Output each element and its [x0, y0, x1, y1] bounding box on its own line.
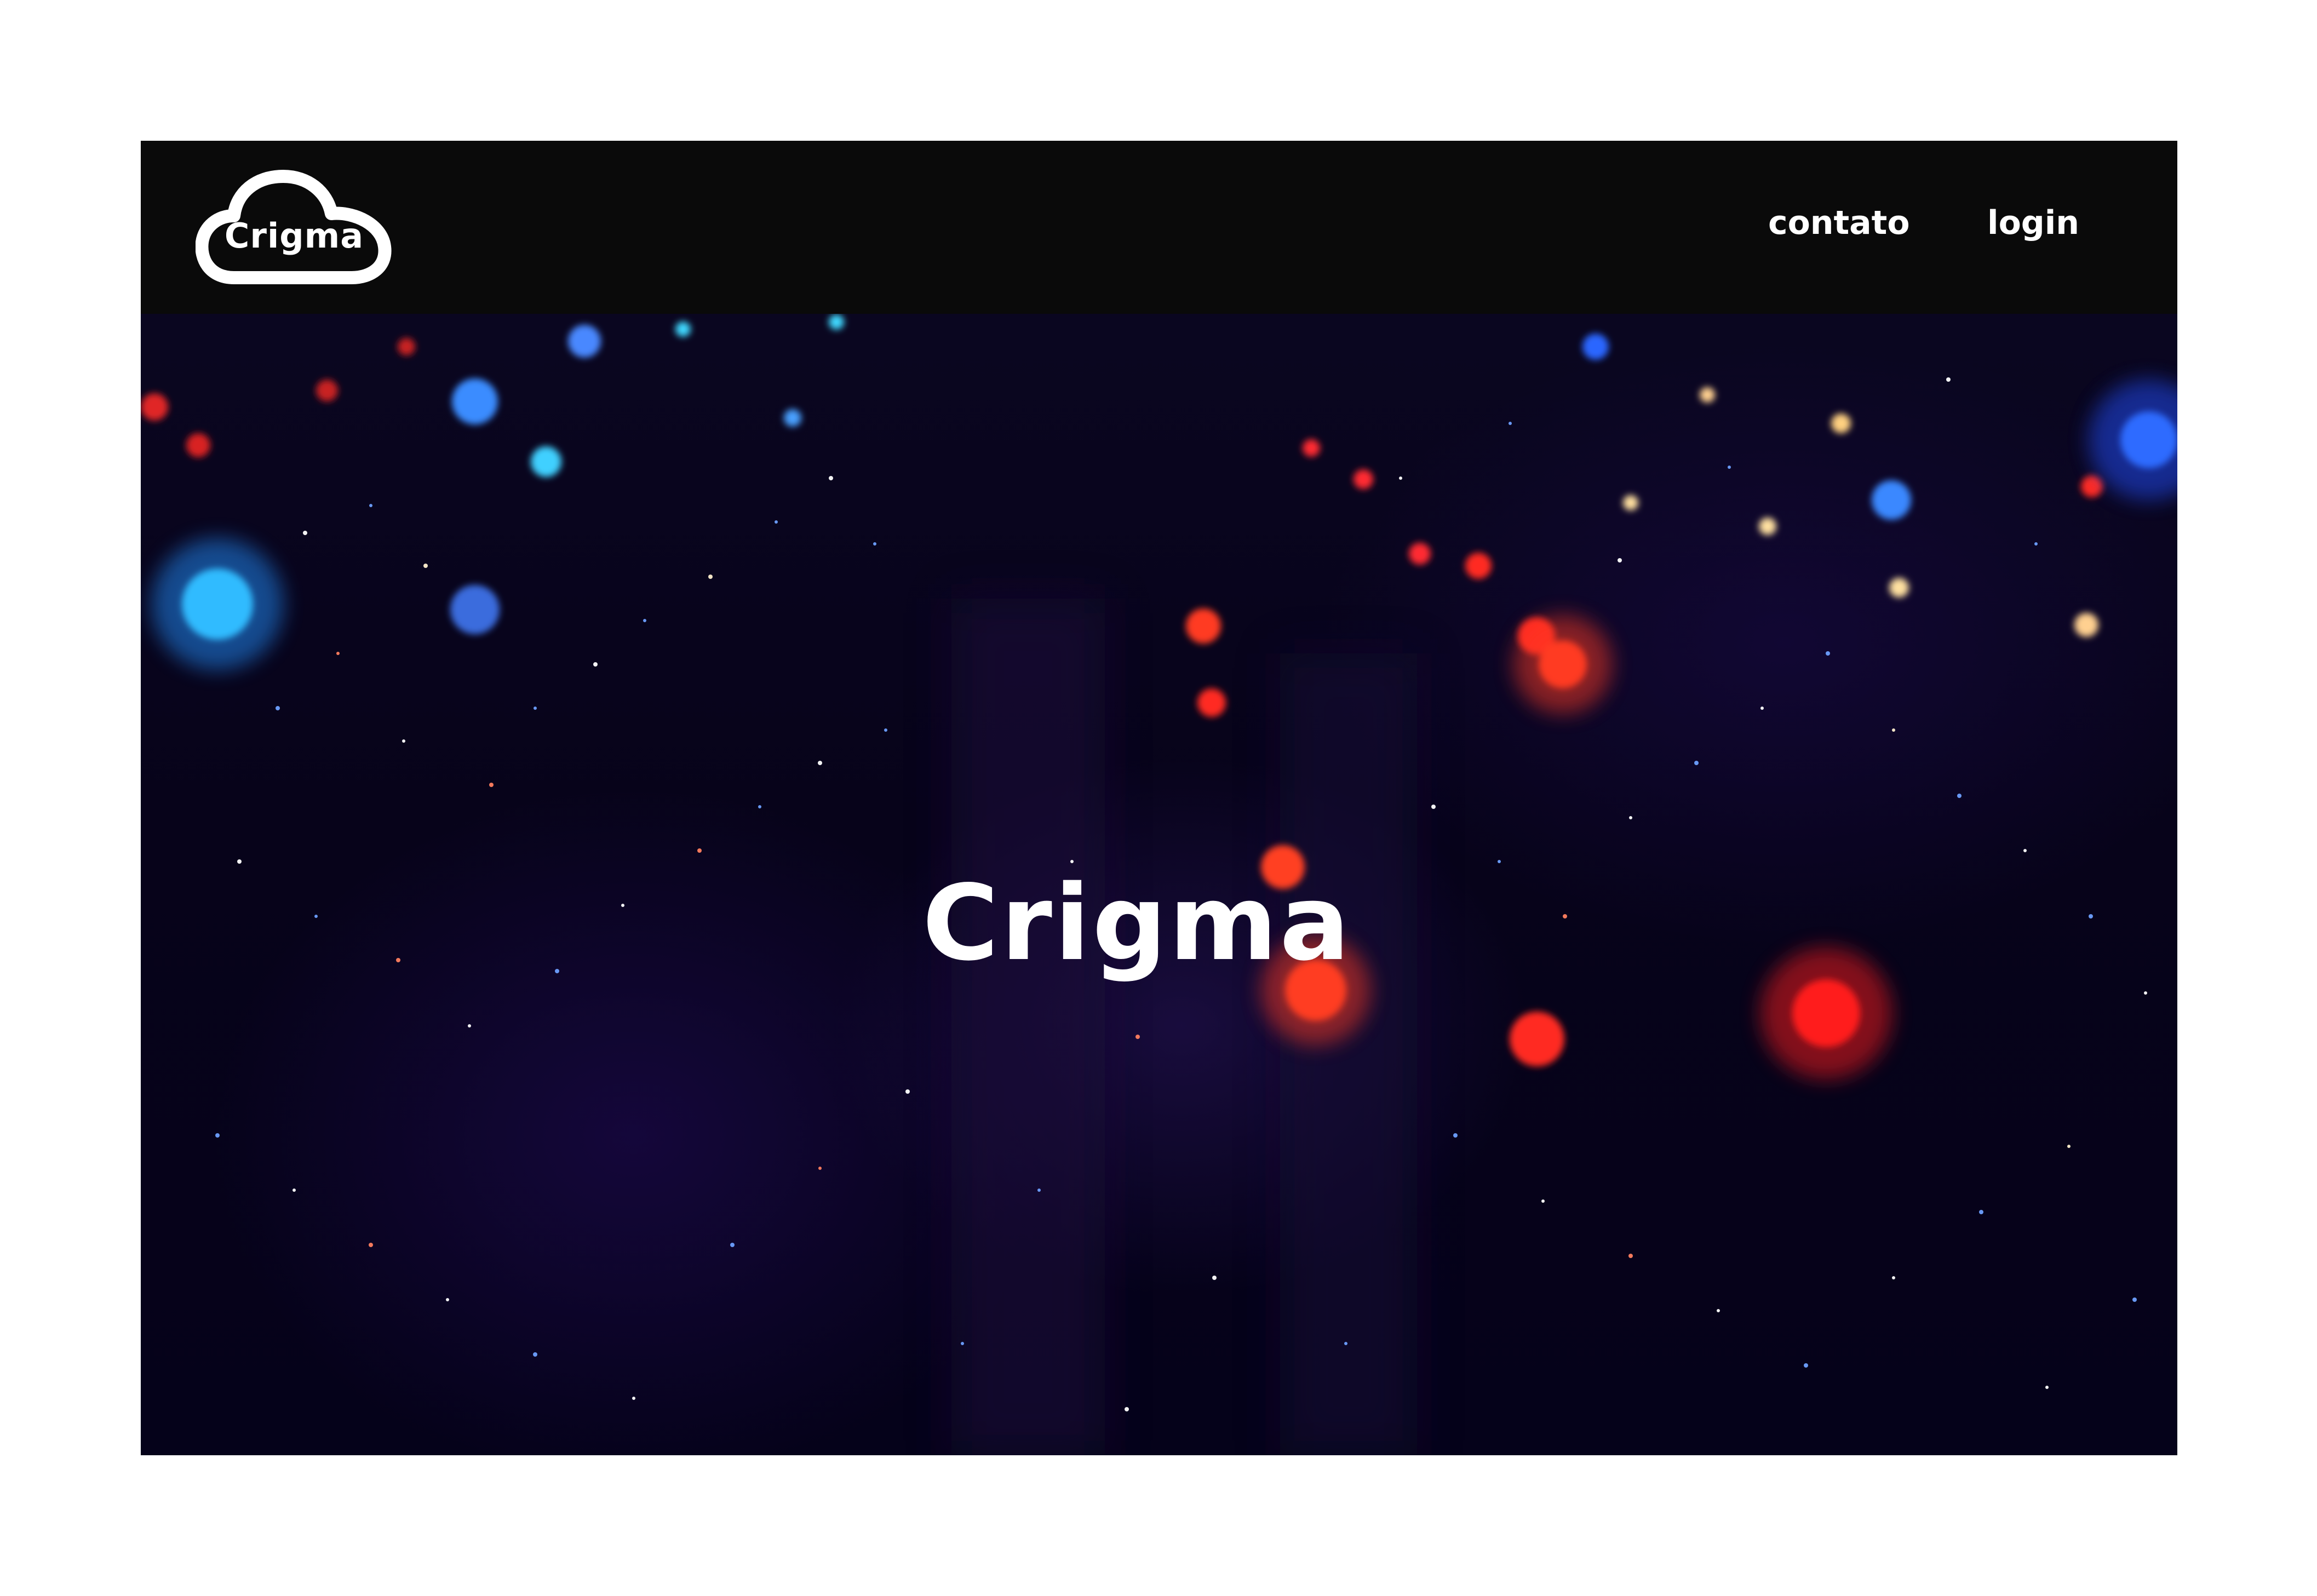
- nav-link-login[interactable]: login: [1987, 206, 2079, 239]
- nav-link-contato[interactable]: contato: [1768, 206, 1910, 239]
- hero-title: Crigma: [922, 863, 1352, 984]
- brand-logo[interactable]: Crigma: [196, 165, 393, 286]
- page-frame: Crigma contato login Crigma: [141, 141, 2177, 1455]
- hero-section: Crigma: [141, 314, 2177, 1455]
- header: Crigma contato login: [141, 141, 2177, 314]
- logo-text: Crigma: [224, 216, 364, 256]
